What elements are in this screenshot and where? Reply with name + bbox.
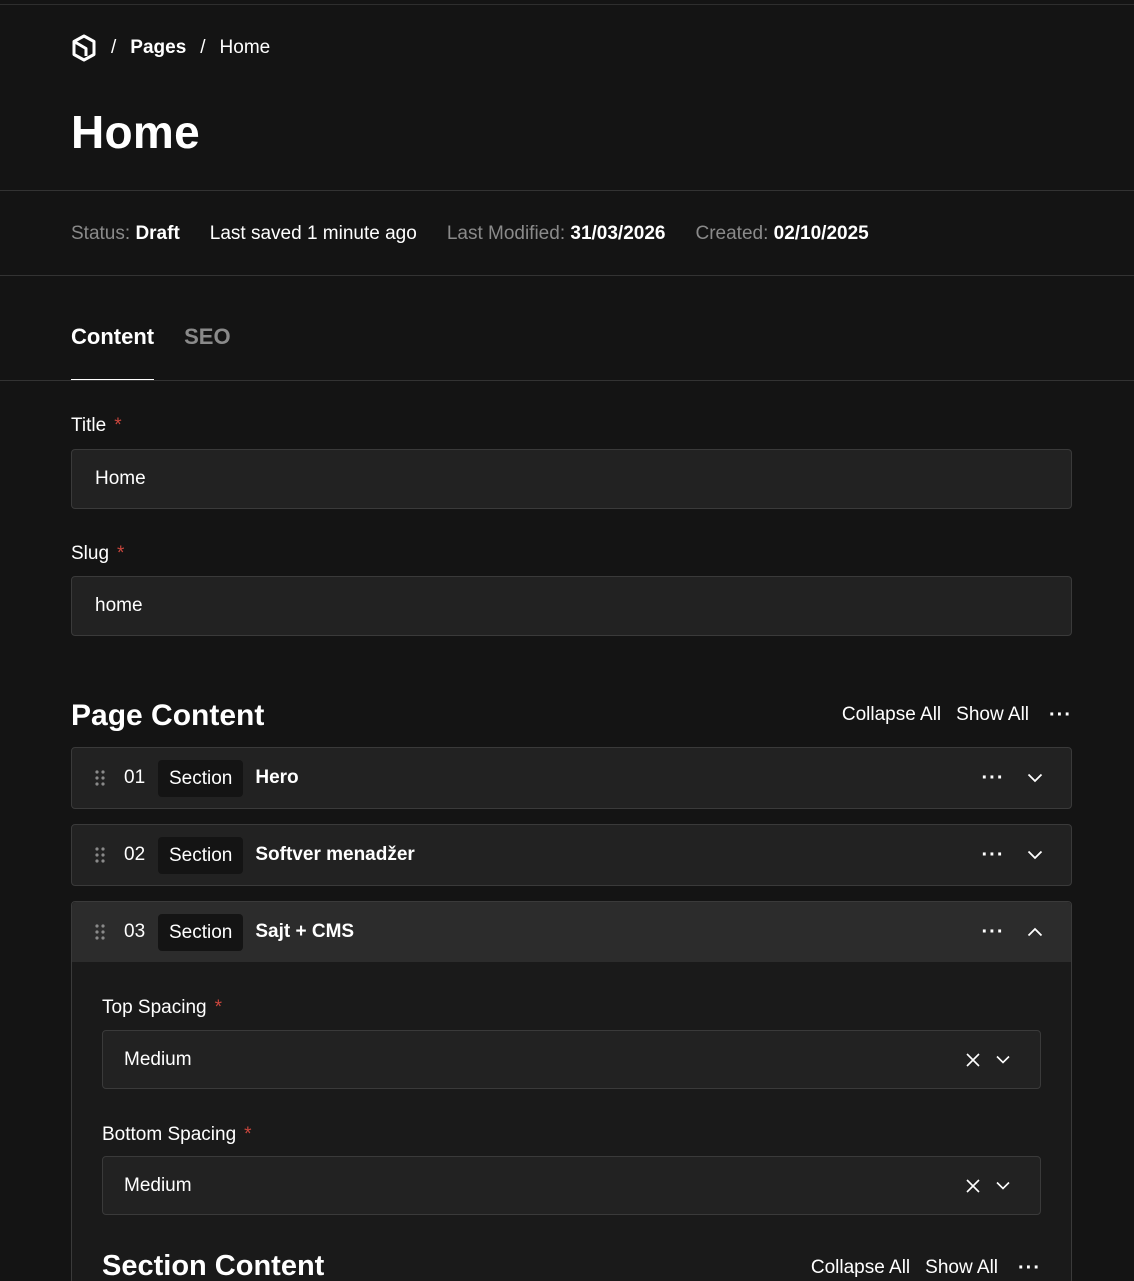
header-divider	[0, 190, 1134, 191]
block-row[interactable]: 01 Section Hero ···	[71, 747, 1072, 809]
collapse-all-button[interactable]: Collapse All	[811, 1257, 910, 1279]
block-title: Sajt + CMS	[255, 921, 355, 942]
page-content-heading: Page Content	[71, 699, 265, 732]
chevron-down-icon[interactable]	[988, 1045, 1018, 1075]
clear-icon[interactable]	[958, 1171, 988, 1201]
breadcrumb-pages-link[interactable]: Pages	[130, 37, 186, 59]
slug-input[interactable]: home	[71, 576, 1072, 636]
more-options-icon[interactable]: ···	[1018, 1258, 1041, 1278]
status-divider	[0, 275, 1134, 276]
section-content-actions: Collapse All Show All ···	[796, 1257, 1041, 1279]
block-type-badge: Section	[158, 913, 244, 951]
last-modified-value: 31/03/2026	[570, 223, 666, 244]
last-saved-text: Last saved 1 minute ago	[209, 223, 417, 244]
block-type-badge: Section	[158, 759, 244, 797]
block-number: 03	[124, 921, 146, 942]
title-label-text: Title	[71, 415, 107, 436]
block-number: 02	[124, 844, 146, 865]
top-spacing-value: Medium	[124, 1048, 192, 1070]
page-content-actions: Collapse All Show All ···	[827, 704, 1072, 726]
required-marker: *	[244, 1124, 252, 1145]
show-all-button[interactable]: Show All	[925, 1257, 998, 1279]
breadcrumb-current: Home	[219, 37, 271, 58]
collapse-all-button[interactable]: Collapse All	[842, 704, 941, 726]
status-info: Status: Draft	[71, 223, 180, 245]
more-options-icon[interactable]: ···	[1049, 705, 1072, 725]
slug-field-label: Slug *	[71, 543, 124, 565]
bottom-spacing-label: Bottom Spacing *	[102, 1124, 252, 1146]
title-input[interactable]: Home	[71, 449, 1072, 509]
bottom-spacing-value: Medium	[124, 1174, 192, 1196]
drag-handle-icon[interactable]	[94, 846, 124, 864]
drag-handle-icon[interactable]	[94, 769, 124, 787]
top-spacing-label-text: Top Spacing	[102, 997, 207, 1018]
required-marker: *	[114, 415, 122, 436]
show-all-button[interactable]: Show All	[956, 704, 1029, 726]
slug-label-text: Slug	[71, 543, 110, 564]
select-controls	[958, 1045, 1018, 1075]
tab-seo[interactable]: SEO	[184, 320, 230, 381]
clear-icon[interactable]	[958, 1045, 988, 1075]
created-label: Created:	[695, 223, 769, 244]
block-row[interactable]: 02 Section Softver menadžer ···	[71, 824, 1072, 886]
breadcrumb-separator: /	[111, 37, 117, 58]
select-controls	[958, 1171, 1018, 1201]
block-number: 01	[124, 767, 146, 788]
block-type-badge: Section	[158, 836, 244, 874]
breadcrumb: / Pages / Home	[71, 33, 270, 63]
top-spacing-select[interactable]: Medium	[102, 1030, 1041, 1089]
document-status-bar: Status: Draft Last saved 1 minute ago La…	[71, 220, 899, 248]
block-title: Hero	[255, 767, 299, 788]
top-border	[0, 4, 1134, 5]
block-more-options-icon[interactable]: ···	[973, 768, 1013, 788]
tab-content[interactable]: Content	[71, 320, 155, 381]
block-more-options-icon[interactable]: ···	[973, 845, 1013, 865]
last-modified-info: Last Modified: 31/03/2026	[447, 223, 666, 245]
logo-icon[interactable]	[71, 34, 97, 62]
status-value: Draft	[135, 223, 180, 244]
chevron-up-icon[interactable]	[1015, 917, 1055, 947]
chevron-down-icon[interactable]	[988, 1171, 1018, 1201]
page-title: Home	[71, 106, 201, 158]
required-marker: *	[214, 997, 222, 1018]
block-row-header[interactable]: 03 Section Sajt + CMS ···	[72, 902, 1071, 962]
breadcrumb-separator: /	[200, 37, 206, 58]
tabs-divider	[0, 380, 1134, 381]
drag-handle-icon[interactable]	[94, 923, 124, 941]
bottom-spacing-label-text: Bottom Spacing	[102, 1124, 237, 1145]
title-field-label: Title *	[71, 415, 122, 437]
created-value: 02/10/2025	[773, 223, 869, 244]
status-label: Status:	[71, 223, 131, 244]
required-marker: *	[117, 543, 125, 564]
created-info: Created: 02/10/2025	[695, 223, 868, 245]
expanded-block: 03 Section Sajt + CMS ··· Top Spacing * M…	[71, 901, 1072, 1281]
tab-bar: Content SEO	[71, 320, 261, 381]
chevron-down-icon[interactable]	[1015, 840, 1055, 870]
chevron-down-icon[interactable]	[1015, 763, 1055, 793]
top-spacing-label: Top Spacing *	[102, 997, 222, 1019]
last-modified-label: Last Modified:	[446, 223, 566, 244]
section-content-heading: Section Content	[102, 1250, 325, 1281]
block-more-options-icon[interactable]: ···	[973, 922, 1013, 942]
block-title: Softver menadžer	[255, 844, 415, 865]
bottom-spacing-select[interactable]: Medium	[102, 1156, 1041, 1215]
